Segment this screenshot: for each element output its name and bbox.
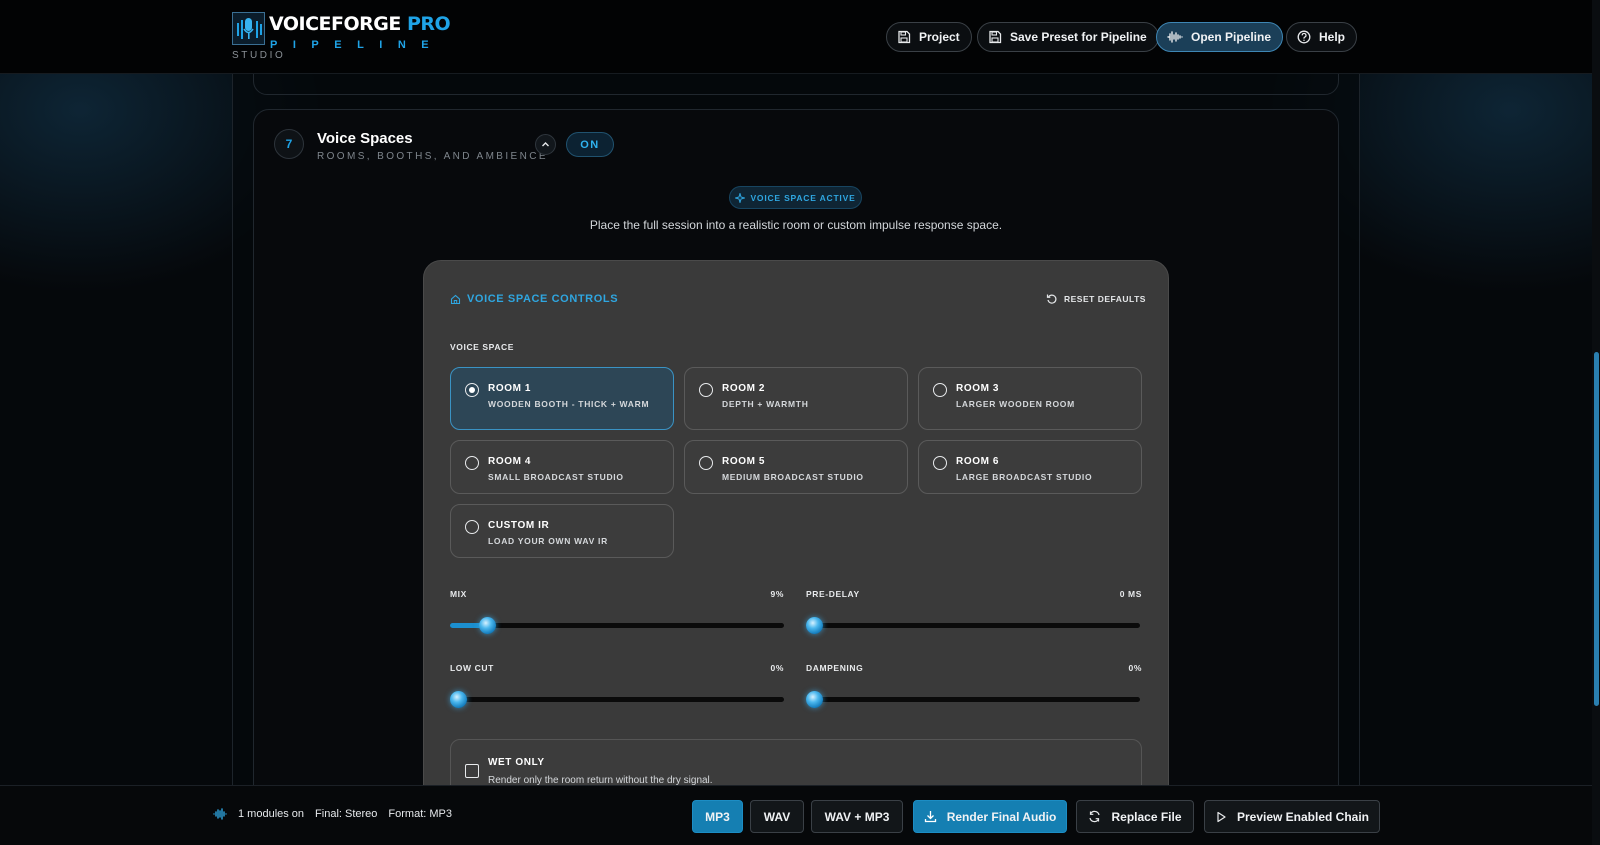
reset-defaults-button[interactable]: RESET DEFAULTS [1046,293,1146,305]
room-desc: WOODEN BOOTH - THICK + WARM [488,399,650,409]
format-wav-mp3-button[interactable]: WAV + MP3 [811,800,903,833]
format-wav-button[interactable]: WAV [750,800,804,833]
voice-space-label: VOICE SPACE [450,342,515,352]
low-cut-value: 0% [770,663,784,673]
radio[interactable] [933,456,947,470]
low-cut-label: LOW CUT [450,663,494,673]
room-name: ROOM 5 [722,456,766,467]
active-badge: VOICE SPACE ACTIVE [729,186,862,209]
waveform-icon [1167,31,1183,43]
room-desc: MEDIUM BROADCAST STUDIO [722,472,864,482]
room-name: ROOM 3 [956,383,1000,394]
open-pipeline-button[interactable]: Open Pipeline [1156,22,1284,52]
room-desc: DEPTH + WARMTH [722,399,809,409]
room-name: ROOM 2 [722,383,766,394]
room-desc: SMALL BROADCAST STUDIO [488,472,624,482]
room-option-5[interactable]: ROOM 5 MEDIUM BROADCAST STUDIO [684,440,908,494]
wet-only-checkbox[interactable] [465,764,479,778]
radio[interactable] [699,383,713,397]
module-subtitle: ROOMS, BOOTHS, AND AMBIENCE [317,151,548,162]
room-name: ROOM 6 [956,456,1000,467]
output-format: Format: MP3 [388,808,452,820]
slider-thumb[interactable] [479,617,496,634]
radio[interactable] [699,456,713,470]
download-icon [924,811,936,823]
sparkle-icon [735,192,746,203]
logo-tag: STUDIO [232,50,286,61]
home-icon [450,294,461,304]
radio[interactable] [465,520,479,534]
pre-delay-slider[interactable] [806,617,1140,634]
replace-file-button[interactable]: Replace File [1076,800,1194,833]
status-bar: 1 modules on Final: Stereo Format: MP3 [213,808,452,820]
pre-delay-label: PRE-DELAY [806,589,860,599]
room-name: CUSTOM IR [488,520,550,531]
mix-slider[interactable] [450,617,784,634]
module-number: 7 [274,129,304,159]
final-mode: Final: Stereo [315,808,378,820]
room-desc: LARGE BROADCAST STUDIO [956,472,1093,482]
room-option-4[interactable]: ROOM 4 SMALL BROADCAST STUDIO [450,440,674,494]
save-icon [898,30,911,44]
module-toggle[interactable]: ON [566,132,614,157]
module-description: Place the full session into a realistic … [589,218,1003,232]
room-option-1[interactable]: ROOM 1 WOODEN BOOTH - THICK + WARM [450,367,674,430]
room-desc: LOAD YOUR OWN WAV IR [488,536,608,546]
room-name: ROOM 4 [488,456,532,467]
mix-label: MIX [450,589,467,599]
wet-only-title: WET ONLY [488,757,545,768]
dampening-slider[interactable] [806,691,1140,708]
logo-title: VOICEFORGE PRO [269,13,451,35]
collapse-button[interactable] [535,134,556,155]
logo-subtitle: PIPELINE [270,39,445,51]
module-title: Voice Spaces [317,130,413,147]
radio-selected[interactable] [465,383,479,397]
slider-thumb[interactable] [806,617,823,634]
scrollbar-thumb[interactable] [1594,352,1599,706]
help-circle-icon [1297,30,1311,44]
play-icon [1217,811,1226,822]
render-final-audio-button[interactable]: Render Final Audio [913,800,1067,833]
chevron-up-icon [542,142,549,147]
room-option-2[interactable]: ROOM 2 DEPTH + WARMTH [684,367,908,430]
waveform-icon [213,808,227,820]
low-cut-slider[interactable] [450,691,784,708]
preview-enabled-chain-button[interactable]: Preview Enabled Chain [1204,800,1380,833]
save-icon [989,30,1002,44]
save-preset-button[interactable]: Save Preset for Pipeline [977,22,1159,52]
room-option-custom-ir[interactable]: CUSTOM IR LOAD YOUR OWN WAV IR [450,504,674,558]
controls-heading: VOICE SPACE CONTROLS [450,293,618,305]
modules-count: 1 modules on [238,808,305,820]
top-bar: VOICEFORGE PRO PIPELINE STUDIO Project S… [0,0,1592,74]
project-button[interactable]: Project [886,22,972,52]
mix-value: 9% [770,589,784,599]
format-mp3-button[interactable]: MP3 [692,800,743,833]
room-option-6[interactable]: ROOM 6 LARGE BROADCAST STUDIO [918,440,1142,494]
refresh-icon [1089,810,1101,823]
slider-thumb[interactable] [450,691,467,708]
radio[interactable] [465,456,479,470]
help-button[interactable]: Help [1286,22,1358,52]
dampening-value: 0% [1128,663,1142,673]
room-desc: LARGER WOODEN ROOM [956,399,1075,409]
microphone-logo-icon [232,12,265,45]
room-name: ROOM 1 [488,383,532,394]
radio[interactable] [933,383,947,397]
room-option-3[interactable]: ROOM 3 LARGER WOODEN ROOM [918,367,1142,430]
dampening-label: DAMPENING [806,663,864,673]
slider-thumb[interactable] [806,691,823,708]
pre-delay-value: 0 MS [1119,589,1142,599]
reset-icon [1046,294,1057,304]
